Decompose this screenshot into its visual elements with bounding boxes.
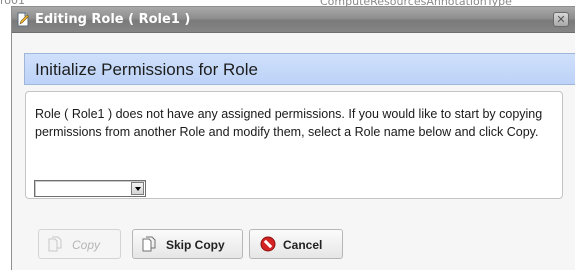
- edit-role-dialog: Editing Role ( Role1 ) ✕ Initialize Perm…: [11, 6, 575, 270]
- copy-button[interactable]: Copy: [38, 229, 121, 259]
- chevron-down-icon[interactable]: [131, 182, 144, 195]
- section-header: Initialize Permissions for Role: [24, 53, 575, 85]
- cancel-button-label: Cancel: [283, 238, 323, 252]
- close-icon: ✕: [556, 13, 566, 26]
- skip-copy-button[interactable]: Skip Copy: [132, 229, 243, 259]
- dialog-title: Editing Role ( Role1 ): [35, 12, 191, 27]
- no-entry-icon: [260, 236, 276, 252]
- dialog-titlebar[interactable]: Editing Role ( Role1 ) ✕: [12, 7, 575, 33]
- skip-copy-button-label: Skip Copy: [166, 238, 225, 252]
- edit-page-icon: [17, 12, 30, 27]
- copy-icon: [48, 236, 62, 252]
- copy-icon: [142, 236, 156, 252]
- message-text: Role ( Role1 ) does not have any assigne…: [35, 107, 543, 139]
- cancel-button[interactable]: Cancel: [249, 229, 343, 259]
- close-button[interactable]: ✕: [553, 12, 569, 27]
- section-title: Initialize Permissions for Role: [35, 60, 258, 79]
- role-select-dropdown[interactable]: [34, 180, 146, 197]
- copy-button-label: Copy: [72, 238, 101, 252]
